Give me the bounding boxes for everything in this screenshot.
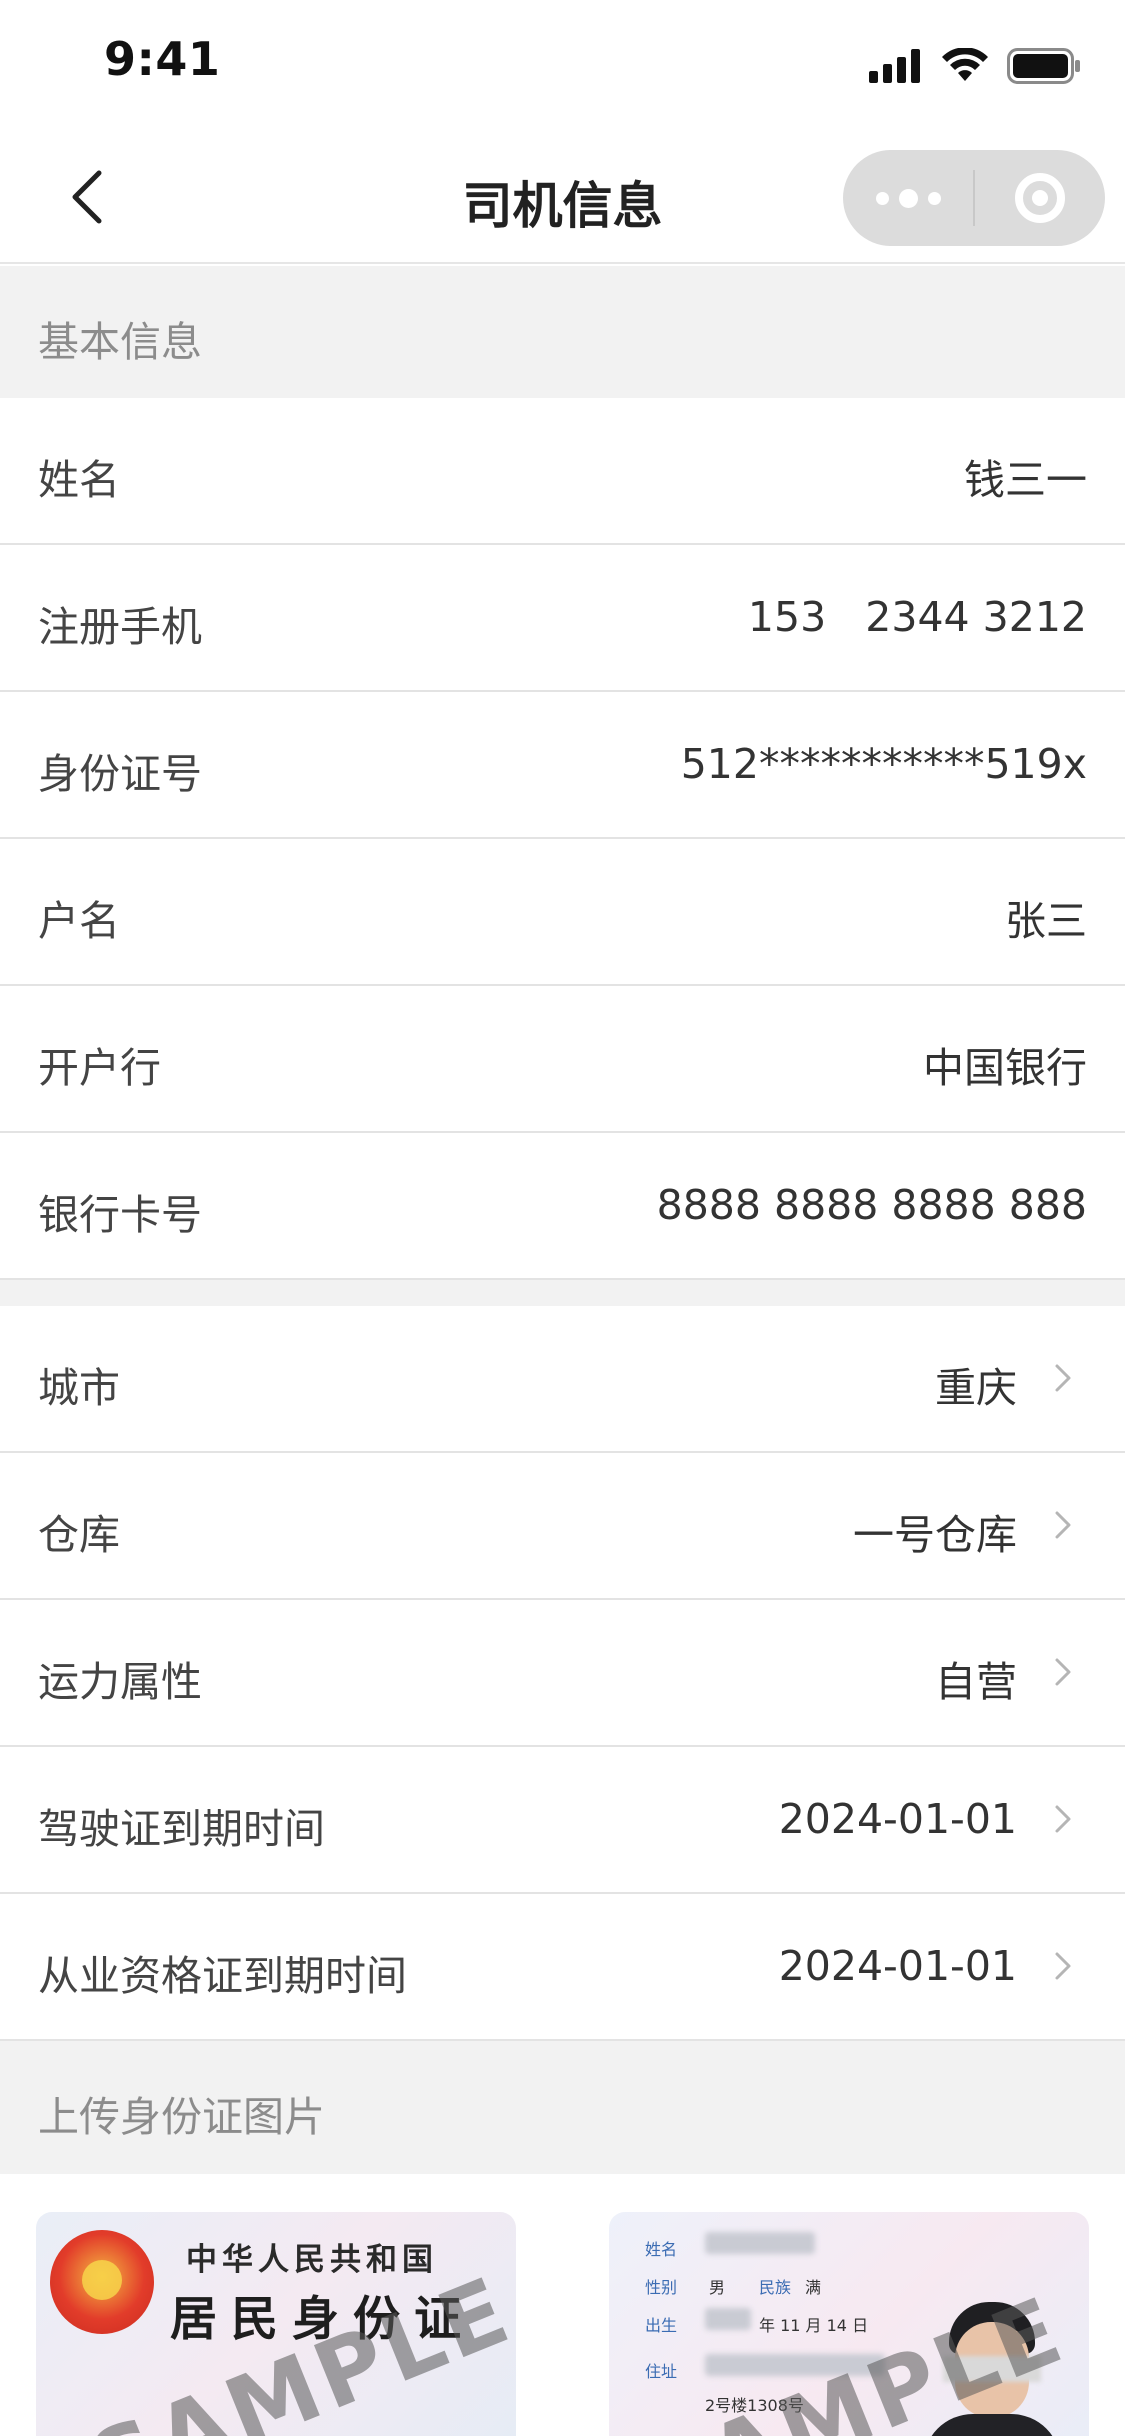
info-row-bank: 开户行 中国银行 <box>0 986 1125 1133</box>
row-value: 钱三一 <box>964 456 1087 504</box>
close-button[interactable] <box>975 150 1105 246</box>
id-card-front-image[interactable]: 中华人民共和国 居民身份证 SAMPLE <box>36 2212 516 2436</box>
battery-icon <box>1007 48 1080 84</box>
redacted-value <box>705 2232 815 2254</box>
info-row-account-name: 户名 张三 <box>0 839 1125 986</box>
row-label: 户名 <box>38 897 120 945</box>
national-emblem-icon <box>50 2230 154 2334</box>
row-value: 中国银行 <box>923 1044 1087 1092</box>
card-field-name-label: 姓名 <box>645 2240 678 2259</box>
card-field-gender-value: 男 <box>709 2278 726 2297</box>
close-target-icon <box>1015 173 1065 223</box>
card-field-ethnicity-value: 满 <box>805 2278 822 2297</box>
row-label: 身份证号 <box>38 750 202 798</box>
mini-program-capsule <box>843 150 1105 246</box>
row-label: 开户行 <box>38 1044 161 1092</box>
select-row-capacity-type[interactable]: 运力属性 自营 <box>0 1600 1125 1747</box>
row-value: 512***********519x <box>680 740 1087 788</box>
card-country-text: 中华人民共和国 <box>186 2242 438 2278</box>
row-label: 仓库 <box>38 1511 120 1559</box>
select-row-qualification-expiry[interactable]: 从业资格证到期时间 2024-01-01 <box>0 1894 1125 2041</box>
row-value: 2024-01-01 <box>778 1795 1017 1843</box>
more-button[interactable] <box>843 150 973 246</box>
row-value: 重庆 <box>935 1364 1017 1412</box>
nav-bar: 司机信息 <box>0 132 1125 264</box>
row-label: 注册手机 <box>38 603 202 651</box>
card-field-birth-value: 年 11 月 14 日 <box>759 2316 869 2335</box>
info-row-bank-card: 银行卡号 8888 8888 8888 888 <box>0 1133 1125 1280</box>
select-row-warehouse[interactable]: 仓库 一号仓库 <box>0 1453 1125 1600</box>
status-time: 9:41 <box>104 32 221 86</box>
select-row-city[interactable]: 城市 重庆 <box>0 1306 1125 1453</box>
chevron-right-icon <box>1047 1509 1079 1541</box>
row-value: 8888 8888 8888 888 <box>656 1181 1087 1229</box>
row-label: 驾驶证到期时间 <box>38 1805 325 1853</box>
section-title-basic: 基本信息 <box>38 318 202 366</box>
status-bar: 9:41 <box>0 0 1125 132</box>
card-field-ethnicity-label: 民族 <box>759 2278 792 2297</box>
chevron-right-icon <box>1047 1803 1079 1835</box>
section-title-upload: 上传身份证图片 <box>38 2093 325 2141</box>
row-value: 2024-01-01 <box>778 1942 1017 1990</box>
row-label: 运力属性 <box>38 1658 202 1706</box>
row-value: 张三 <box>1005 897 1087 945</box>
row-value: 153 2344 3212 <box>747 593 1087 641</box>
info-row-id-number: 身份证号 512***********519x <box>0 692 1125 839</box>
status-icons <box>869 44 1081 88</box>
section-header-basic: 基本信息 <box>0 266 1125 398</box>
id-card-upload-area: 中华人民共和国 居民身份证 SAMPLE 姓名 性别 男 民族 满 出生 年 1… <box>0 2174 1125 2436</box>
id-card-back-image[interactable]: 姓名 性别 男 民族 满 出生 年 11 月 14 日 住址 2号楼1308号 … <box>609 2212 1089 2436</box>
row-label: 姓名 <box>38 456 120 504</box>
card-field-gender-label: 性别 <box>645 2278 678 2297</box>
section-header-upload: 上传身份证图片 <box>0 2041 1125 2174</box>
select-row-license-expiry[interactable]: 驾驶证到期时间 2024-01-01 <box>0 1747 1125 1894</box>
chevron-right-icon <box>1047 1362 1079 1394</box>
card-field-birth-label: 出生 <box>645 2316 678 2335</box>
chevron-right-icon <box>1047 1950 1079 1982</box>
chevron-right-icon <box>1047 1656 1079 1688</box>
signal-icon <box>869 49 920 83</box>
info-row-name: 姓名 钱三一 <box>0 398 1125 545</box>
row-value: 一号仓库 <box>853 1511 1017 1559</box>
row-label: 从业资格证到期时间 <box>38 1952 407 2000</box>
row-label: 城市 <box>38 1364 120 1412</box>
redacted-value <box>705 2308 751 2330</box>
more-dots-icon <box>875 191 889 205</box>
info-row-phone: 注册手机 153 2344 3212 <box>0 545 1125 692</box>
row-label: 银行卡号 <box>38 1191 202 1239</box>
card-field-address-label: 住址 <box>645 2362 678 2381</box>
wifi-icon <box>942 48 988 81</box>
row-value: 自营 <box>935 1658 1017 1706</box>
section-gap <box>0 1280 1125 1306</box>
